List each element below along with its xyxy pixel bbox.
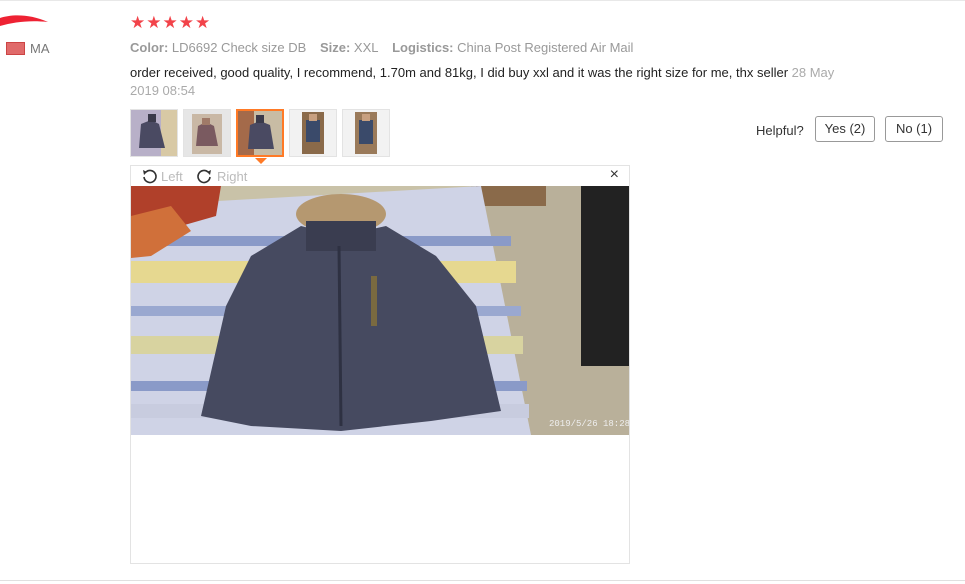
country-flag-icon [6,42,25,55]
color-value: LD6692 Check size DB [171,40,307,55]
helpful-yes-button[interactable]: Yes (2) [815,116,875,142]
size-label: Size: [319,40,351,55]
review-photo-thumb-active[interactable] [236,109,284,157]
helpful-no-button[interactable]: No (1) [885,116,943,142]
rotate-left-label: Left [161,168,183,184]
rotate-right-button[interactable]: Right [197,168,247,184]
viewer-toolbar: Left Right × [131,166,629,186]
helpful-label: Helpful? [756,123,804,138]
review-body: order received, good quality, I recommen… [130,64,860,100]
review-photo-thumb[interactable] [183,109,231,157]
photo-viewer: Left Right × 2019/5/26 18:28 [130,165,630,564]
review-photo-large: 2019/5/26 18:28 [131,186,629,435]
star-rating: ★★★★★ [130,13,212,32]
rotate-left-icon [143,169,157,184]
review-text: order received, good quality, I recommen… [130,65,789,80]
bottom-divider [0,580,965,581]
logistics-label: Logistics: [392,40,454,55]
photo-thumbnails [130,109,390,157]
review-photo-thumb[interactable] [130,109,178,157]
rotate-right-icon [197,169,211,184]
reviewer-name-redacted [0,15,48,26]
top-divider [0,0,965,1]
color-label: Color: [130,40,169,55]
reviewer-country: MA [30,41,50,56]
photo-timestamp: 2019/5/26 18:28 [549,419,629,429]
logistics-value: China Post Registered Air Mail [457,40,634,55]
review-photo-thumb[interactable] [289,109,337,157]
rotate-right-label: Right [217,168,248,184]
active-thumb-pointer [255,158,267,164]
order-meta: Color: LD6692 Check size DB Size: XXL Lo… [130,40,643,55]
review-photo-thumb[interactable] [342,109,390,157]
size-value: XXL [353,40,379,55]
rotate-left-button[interactable]: Left [141,168,183,184]
close-viewer-icon[interactable]: × [610,166,619,184]
